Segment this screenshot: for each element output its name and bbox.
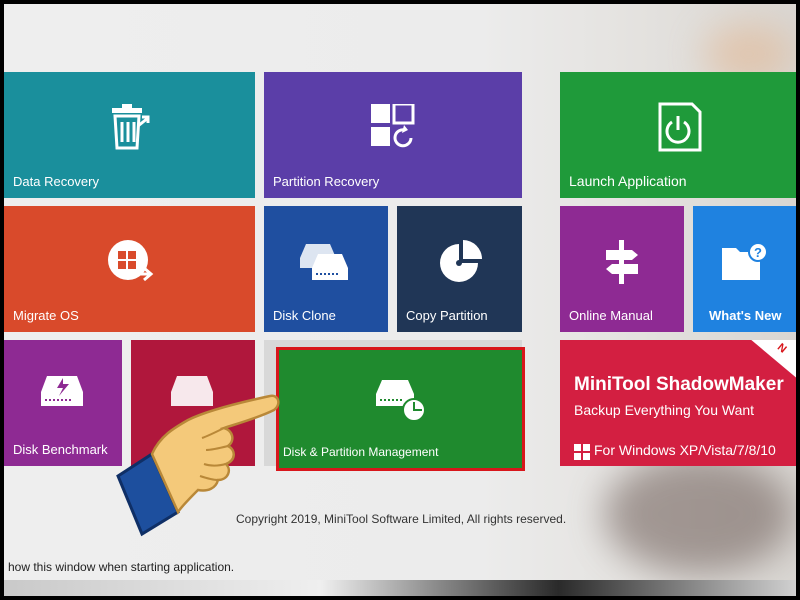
signpost-icon xyxy=(602,240,642,284)
folder-question-icon: ? xyxy=(720,242,770,282)
disk-clone-icon xyxy=(300,240,352,282)
app-window: Data Recovery Partition Recovery Launch … xyxy=(4,4,796,596)
tile-disk-benchmark[interactable]: Disk Benchmark xyxy=(4,340,122,466)
tile-label: Migrate OS xyxy=(13,308,79,323)
tile-label: Data Recovery xyxy=(13,174,99,189)
tile-label: Launch Application xyxy=(569,173,687,189)
ad-title: MiniTool ShadowMaker xyxy=(574,374,784,395)
tile-whats-new[interactable]: ? What's New xyxy=(693,206,796,332)
tile-label: Copy Partition xyxy=(406,308,488,323)
background-blur xyxy=(604,454,794,574)
tile-disk-clone[interactable]: Disk Clone xyxy=(264,206,388,332)
trash-recover-icon xyxy=(108,104,152,150)
tile-label: Partition Recovery xyxy=(273,174,380,189)
svg-text:?: ? xyxy=(754,245,762,260)
tile-label: Online Manual xyxy=(569,308,653,323)
tile-launch-application[interactable]: Launch Application xyxy=(560,72,796,198)
power-icon xyxy=(652,100,704,156)
ad-platforms: For Windows XP/Vista/7/8/10 xyxy=(594,442,776,458)
ad-subtitle: Backup Everything You Want xyxy=(574,402,755,418)
copyright-text: Copyright 2019, MiniTool Software Limite… xyxy=(236,512,567,526)
tile-copy-partition[interactable]: Copy Partition xyxy=(397,206,522,332)
tile-partition-recovery[interactable]: Partition Recovery xyxy=(264,72,522,198)
migrate-os-icon xyxy=(106,238,154,286)
show-window-checkbox-label[interactable]: how this window when starting applicatio… xyxy=(8,560,234,574)
background-strip xyxy=(4,580,796,596)
selection-highlight xyxy=(276,347,525,471)
tile-shadowmaker-ad[interactable]: N MiniTool ShadowMaker Backup Everything… xyxy=(560,340,796,466)
tile-label: Disk Benchmark xyxy=(13,442,108,457)
partition-grid-icon xyxy=(371,104,415,148)
pie-chart-icon xyxy=(437,240,483,286)
tile-migrate-os[interactable]: Migrate OS xyxy=(4,206,255,332)
tile-label: Disk Clone xyxy=(273,308,336,323)
disk-benchmark-icon xyxy=(41,374,85,414)
tile-label: What's New xyxy=(709,308,782,323)
windows-logo-icon xyxy=(574,444,590,465)
tile-online-manual[interactable]: Online Manual xyxy=(560,206,684,332)
tile-data-recovery[interactable]: Data Recovery xyxy=(4,72,255,198)
pointing-hand-icon xyxy=(112,384,282,549)
